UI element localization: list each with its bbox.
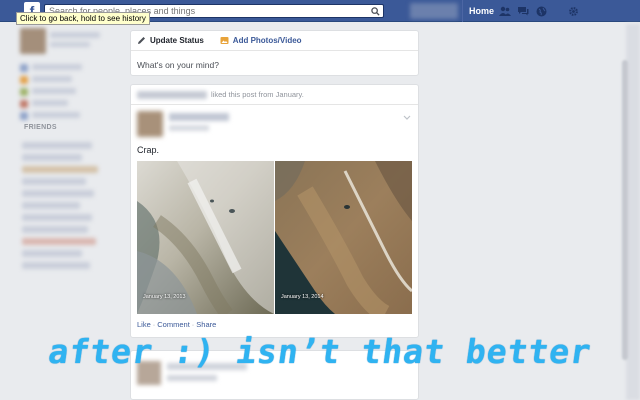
chevron-down-icon[interactable] [403, 113, 411, 123]
photo-icon [220, 36, 229, 45]
like-link[interactable]: Like [137, 320, 151, 329]
story-activity-header: liked this post from January. [131, 85, 418, 105]
notifications-globe-icon[interactable] [534, 4, 548, 18]
author-name[interactable] [169, 113, 229, 121]
post-author [137, 109, 413, 139]
post-timestamp[interactable] [169, 125, 209, 131]
update-status-label: Update Status [150, 36, 204, 45]
friend-requests-icon[interactable] [498, 4, 512, 18]
add-photos-label: Add Photos/Video [232, 36, 302, 45]
page-scrollbar[interactable] [622, 60, 628, 360]
home-link[interactable]: Home [462, 0, 500, 22]
feed-story: liked this post from January. Crap. Janu… [130, 84, 419, 338]
action-separator: · [152, 320, 156, 329]
settings-icon[interactable] [566, 4, 580, 18]
post-text: Crap. [137, 145, 160, 155]
status-composer: Update Status Add Photos/Video What's on… [130, 30, 419, 76]
update-status-tab[interactable]: Update Status [137, 36, 204, 45]
post-actions: Like · Comment · Share [137, 320, 216, 329]
satellite-photo-2014[interactable]: January 13, 2014 [275, 161, 412, 314]
add-photos-tab[interactable]: Add Photos/Video [220, 36, 302, 45]
status-input[interactable]: What's on your mind? [131, 51, 418, 79]
share-link[interactable]: Share [196, 320, 216, 329]
friends-section-label: FRIENDS [24, 124, 57, 131]
pencil-icon [137, 36, 146, 45]
profile-shortcut[interactable] [410, 3, 458, 19]
post-photos: January 13, 2013 January 13, 2014 [137, 161, 413, 314]
author-avatar[interactable] [137, 111, 163, 137]
activity-text: liked this post from January. [211, 90, 304, 99]
friend-name[interactable] [137, 90, 207, 99]
left-sidebar [20, 28, 116, 124]
satellite-photo-2013[interactable]: January 13, 2013 [137, 161, 274, 314]
action-separator: · [191, 320, 195, 329]
photo-caption-2013: January 13, 2013 [143, 294, 186, 300]
overlay-caption: after :) isn’t that better [45, 332, 595, 371]
messages-icon[interactable] [516, 4, 530, 18]
back-button-tooltip: Click to go back, hold to see history [16, 12, 150, 25]
photo-caption-2014: January 13, 2014 [281, 294, 324, 300]
search-icon[interactable] [368, 5, 382, 17]
comment-link[interactable]: Comment [157, 320, 190, 329]
friends-list [22, 138, 112, 274]
